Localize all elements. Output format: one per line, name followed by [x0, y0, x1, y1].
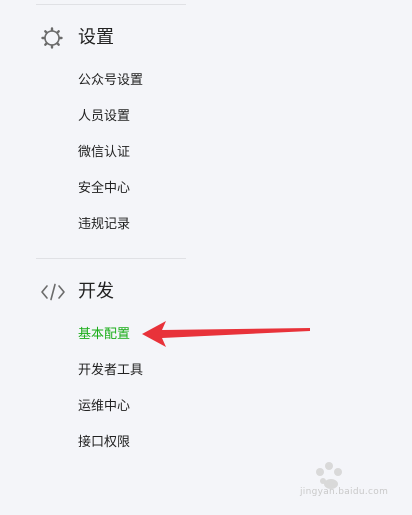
- watermark-url: jingyan.baidu.com: [300, 487, 389, 497]
- gear-icon: [40, 26, 68, 50]
- divider-middle: [36, 258, 186, 259]
- menu-item-wechat-verification[interactable]: 微信认证: [78, 144, 130, 162]
- section-title-develop: 开发: [78, 281, 114, 302]
- section-header-develop: 开发: [40, 279, 114, 305]
- menu-item-security-center[interactable]: 安全中心: [78, 180, 130, 198]
- menu-item-staff-settings[interactable]: 人员设置: [78, 108, 130, 126]
- menu-item-developer-tools[interactable]: 开发者工具: [78, 362, 143, 380]
- code-icon: [40, 280, 68, 304]
- section-title-settings: 设置: [78, 27, 114, 48]
- menu-item-basic-config[interactable]: 基本配置: [78, 326, 130, 344]
- menu-item-account-settings[interactable]: 公众号设置: [78, 72, 143, 90]
- menu-item-api-permissions[interactable]: 接口权限: [78, 434, 130, 452]
- baidu-watermark-logo: [316, 462, 342, 489]
- section-header-settings: 设置: [40, 25, 114, 51]
- divider-top: [36, 4, 186, 5]
- menu-item-ops-center[interactable]: 运维中心: [78, 398, 130, 416]
- annotation-arrow: [142, 321, 310, 347]
- menu-item-violation-records[interactable]: 违规记录: [78, 216, 130, 234]
